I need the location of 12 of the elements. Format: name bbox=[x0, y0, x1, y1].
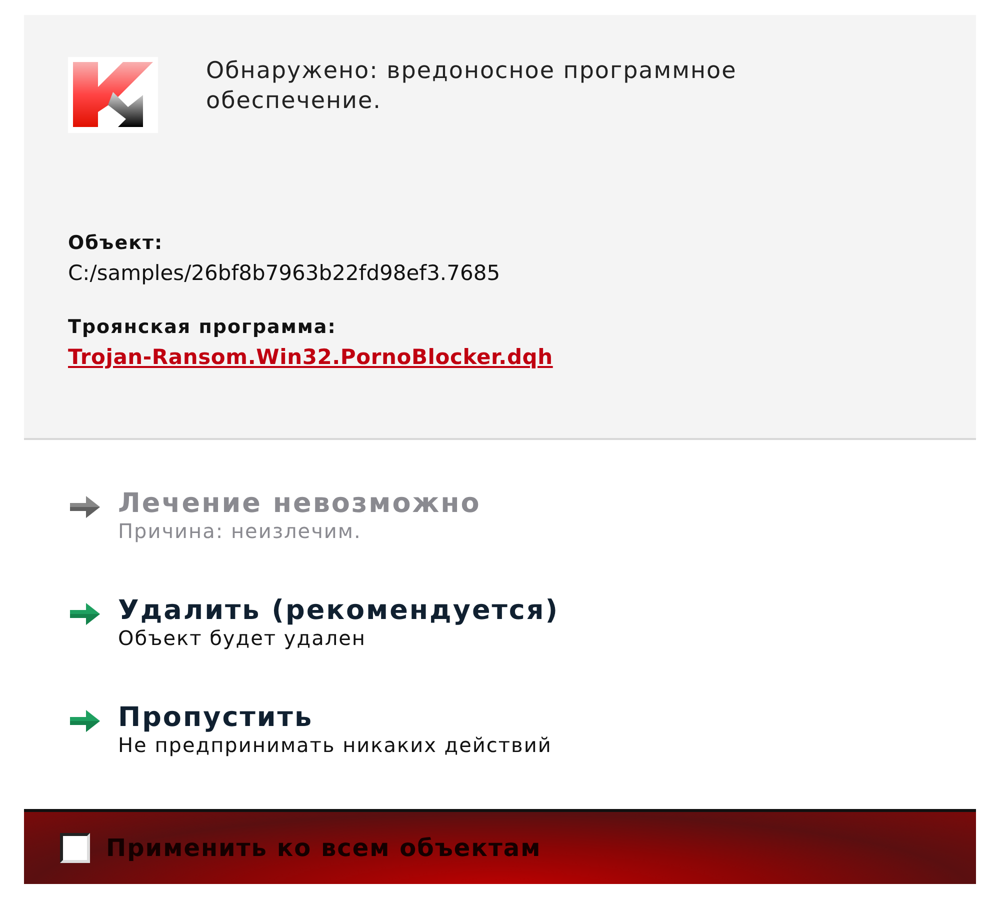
checkbox[interactable] bbox=[60, 833, 90, 864]
threat-link[interactable]: Trojan-Ransom.Win32.PornoBlocker.dqh bbox=[68, 344, 553, 368]
action-description: Объект будет удален bbox=[118, 626, 367, 650]
detail-label: Троянская программа: bbox=[68, 315, 338, 340]
object-path: C:/samples/26bf8b7963b22fd98ef3.7685 bbox=[68, 260, 502, 286]
action-description: Причина: неизлечим. bbox=[118, 519, 362, 544]
alert-message: Обнаружено: вредоносное программное обеспечение. bbox=[206, 57, 738, 116]
detail-label: Объект: bbox=[68, 231, 164, 256]
action-link[interactable]: Удалить (рекомендуется) bbox=[118, 595, 560, 626]
logo-icon bbox=[68, 57, 158, 133]
action-link[interactable]: Пропустить bbox=[118, 702, 314, 734]
action-description: Не предпринимать никаких действий bbox=[118, 733, 552, 758]
